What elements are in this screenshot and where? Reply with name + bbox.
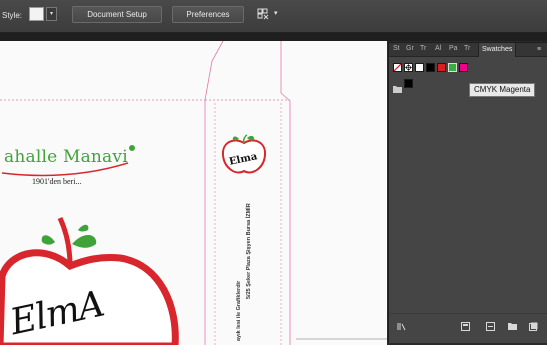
tab-swatches[interactable]: Swatches	[478, 43, 517, 57]
document-frame	[0, 33, 547, 41]
brand-name: ahalle Manavi	[4, 147, 128, 167]
control-bar: Style: ▾ Document Setup Preferences ▾	[0, 0, 547, 33]
arrange-documents-icon[interactable]	[257, 8, 269, 20]
arrange-dropdown[interactable]: ▾	[274, 9, 278, 17]
new-swatch-icon[interactable]	[529, 322, 538, 331]
panel-bottom-bar	[389, 313, 547, 343]
swatch-options-icon[interactable]	[486, 322, 495, 331]
show-kinds-icon[interactable]	[461, 322, 470, 331]
swatch-black[interactable]	[426, 63, 435, 72]
tab-align[interactable]: Al	[435, 45, 441, 52]
panel-tab-bar: St Gr Tr Al Pa Tr Swatches ≡	[389, 43, 547, 57]
address-line-2: ayık lesi ile Grafiklerdir	[236, 280, 242, 341]
swatch-red[interactable]	[437, 63, 446, 72]
panel-menu-icon[interactable]: ≡	[537, 46, 541, 53]
tab-stroke[interactable]: St	[393, 45, 400, 52]
tab-transparency[interactable]: Tr	[420, 45, 426, 52]
address-line-1: 5/25 Şeker Plaza Şişyen Bursa İZMİR	[246, 203, 252, 299]
swatch-none[interactable]	[393, 63, 402, 72]
tab-pathfinder[interactable]: Pa	[449, 45, 458, 52]
preferences-button[interactable]: Preferences	[172, 6, 244, 23]
folder-icon[interactable]	[508, 322, 517, 331]
swatch-cmyk-magenta[interactable]	[459, 63, 468, 72]
tab-transform[interactable]: Tr	[464, 45, 470, 52]
tab-gradient[interactable]: Gr	[406, 45, 414, 52]
style-label: Style:	[2, 11, 23, 20]
style-dropdown[interactable]: ▾	[46, 7, 57, 21]
artboard[interactable]: ahalle Manavi 1901'den beri... Elma 5/25…	[0, 41, 387, 345]
tagline: 1901'den beri...	[32, 177, 82, 186]
swatch-registration[interactable]	[404, 63, 413, 72]
swatch-tooltip: CMYK Magenta	[469, 83, 536, 97]
swatch-green[interactable]	[448, 63, 457, 72]
swatch-group-folder-icon[interactable]	[393, 80, 402, 93]
document-setup-button[interactable]: Document Setup	[72, 6, 162, 23]
swatch-paper[interactable]	[415, 63, 424, 72]
swatch-group-black[interactable]	[404, 79, 413, 88]
style-swatch[interactable]	[29, 7, 44, 21]
library-icon[interactable]	[397, 322, 406, 331]
